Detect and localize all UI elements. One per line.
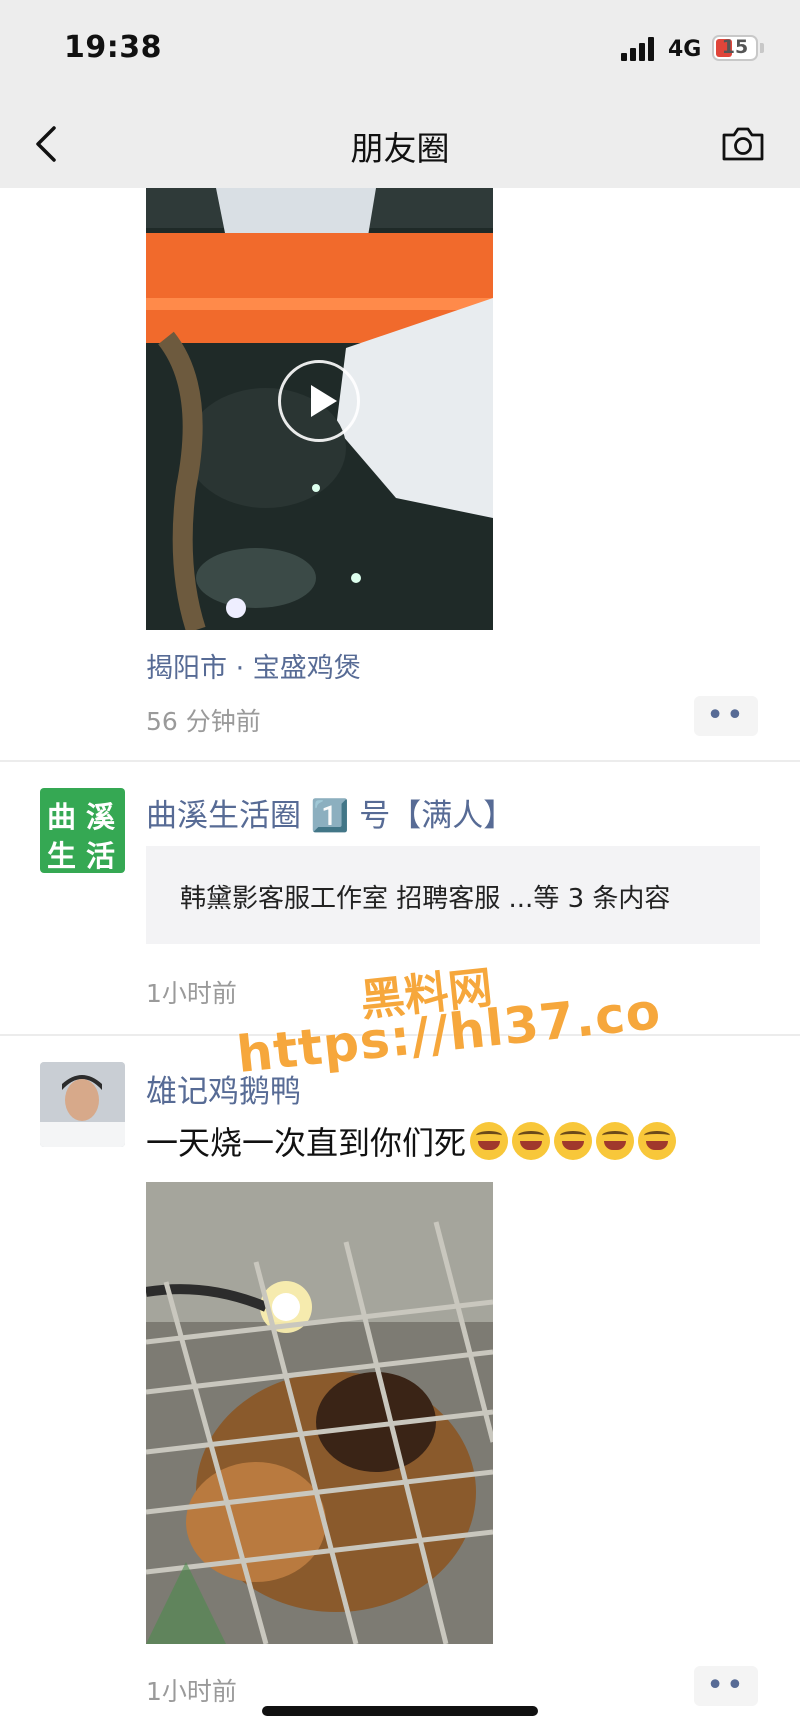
laughing-emoji-icon — [596, 1122, 635, 1160]
avatar[interactable]: 曲 溪 生 活 — [40, 788, 125, 873]
laughing-emoji-icon — [554, 1122, 593, 1160]
shared-content-text: 韩黛影客服工作室 招聘客服 ...等 3 条内容 — [180, 884, 671, 914]
more-button[interactable]: •• — [694, 696, 758, 736]
shared-content-card[interactable]: 韩黛影客服工作室 招聘客服 ...等 3 条内容 — [146, 846, 760, 944]
post-time: 1小时前 — [146, 979, 237, 1008]
post-text: 一天烧一次直到你们死 — [146, 1118, 677, 1164]
nav-bar: 朋友圈 — [0, 100, 800, 188]
post-text-content: 一天烧一次直到你们死 — [146, 1124, 467, 1162]
logo-char: 活 — [86, 839, 116, 873]
location-link[interactable]: 揭阳市 · 宝盛鸡煲 — [146, 646, 361, 685]
battery-tip — [760, 43, 764, 53]
laughing-emoji-icon — [470, 1122, 509, 1160]
post-time: 1小时前 — [146, 1677, 237, 1706]
logo-char: 曲 — [47, 800, 77, 834]
battery-level: 15 — [721, 36, 749, 58]
divider — [0, 760, 800, 762]
more-dots-icon: •• — [706, 698, 746, 733]
more-dots-icon: •• — [706, 1668, 746, 1703]
clock: 19:38 — [64, 30, 162, 65]
more-button[interactable]: •• — [694, 1666, 758, 1706]
avatar-photo — [40, 1062, 125, 1147]
post-time: 56 分钟前 — [146, 707, 261, 736]
network-type: 4G — [668, 37, 702, 62]
signal-icon — [621, 37, 654, 61]
camera-icon[interactable] — [720, 124, 766, 164]
logo-char: 溪 — [86, 800, 116, 834]
logo-char: 生 — [47, 839, 77, 873]
battery-icon: 15 — [712, 35, 758, 61]
status-bar: 19:38 4G 15 — [0, 0, 800, 100]
play-icon — [311, 385, 337, 417]
home-indicator[interactable] — [262, 1706, 538, 1716]
avatar[interactable] — [40, 1062, 125, 1147]
post-image[interactable] — [146, 1182, 493, 1644]
laughing-emoji-icon — [638, 1122, 677, 1160]
play-button[interactable] — [278, 360, 360, 442]
video-thumbnail[interactable] — [146, 188, 493, 630]
page-title: 朋友圈 — [350, 129, 450, 168]
cage-photo — [146, 1182, 493, 1644]
laughing-emoji-icon — [512, 1122, 551, 1160]
user-name[interactable]: 曲溪生活圈 1️⃣ 号【满人】 — [146, 790, 514, 835]
